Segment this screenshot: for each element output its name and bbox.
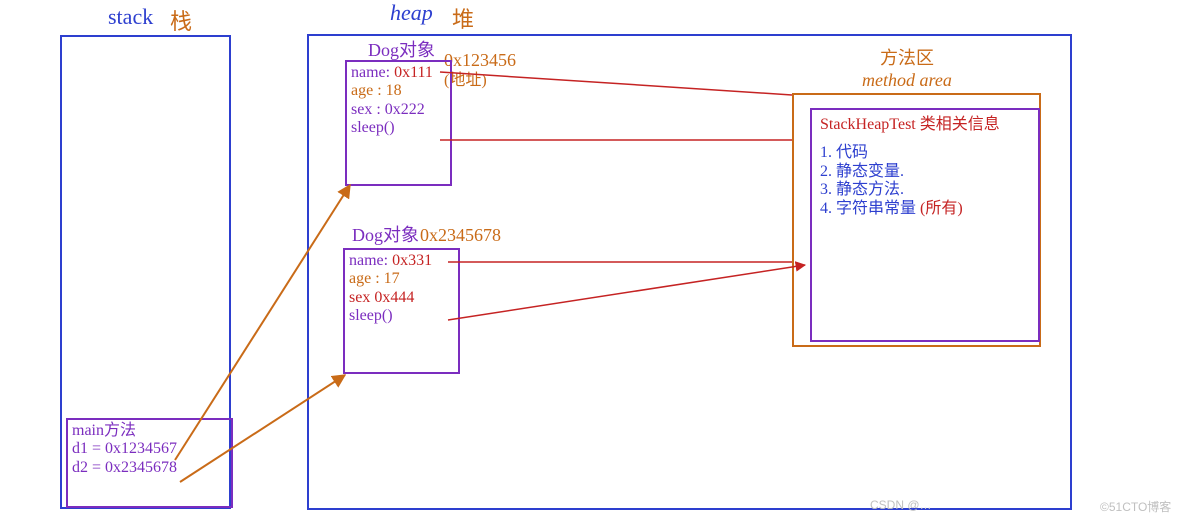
heap-title-en: heap bbox=[390, 0, 433, 26]
main-label: main方法 bbox=[72, 422, 227, 440]
watermark-csdn: CSDN @… bbox=[870, 498, 932, 512]
class-info-2: 2. 静态变量. bbox=[820, 163, 1030, 181]
dog1-sex: sex : 0x222 bbox=[351, 101, 446, 119]
dog2-name-k: name: bbox=[349, 252, 388, 269]
stack-frame-main: main方法 d1 = 0x1234567 d2 = 0x2345678 bbox=[66, 418, 233, 508]
method-area-title-zh: 方法区 bbox=[880, 48, 934, 69]
watermark-cto: ©51CTO博客 bbox=[1100, 498, 1171, 515]
method-area-title-en: method area bbox=[862, 70, 952, 91]
dog2-age: age : 17 bbox=[349, 270, 454, 288]
dog2-box: name: 0x331 age : 17 sex 0x444 sleep() bbox=[343, 248, 460, 374]
stack-title-en: stack bbox=[108, 4, 153, 30]
dog1-addr: 0x123456 bbox=[444, 50, 516, 71]
heap-title-zh: 堆 bbox=[452, 2, 474, 34]
dog1-age: age : 18 bbox=[351, 82, 446, 100]
dog1-name-k: name: bbox=[351, 64, 390, 81]
dog1-box: name: 0x111 age : 18 sex : 0x222 sleep() bbox=[345, 60, 452, 186]
dog2-sleep: sleep() bbox=[349, 307, 454, 325]
dog2-addr: 0x2345678 bbox=[420, 225, 501, 246]
class-info-1: 1. 代码 bbox=[820, 144, 1030, 162]
main-d2: d2 = 0x2345678 bbox=[72, 459, 227, 477]
dog1-title: Dog对象 bbox=[368, 40, 435, 61]
main-d1: d1 = 0x1234567 bbox=[72, 440, 227, 458]
class-info-box: StackHeapTest 类相关信息 1. 代码 2. 静态变量. 3. 静态… bbox=[810, 108, 1040, 342]
dog2-title: Dog对象 bbox=[352, 225, 419, 246]
stack-title-zh: 栈 bbox=[170, 4, 192, 36]
class-info-4: 4. 字符串常量 bbox=[820, 200, 920, 217]
class-info-4-note: (所有) bbox=[920, 200, 963, 217]
dog1-sleep: sleep() bbox=[351, 119, 446, 137]
dog2-sex: sex 0x444 bbox=[349, 289, 454, 307]
dog2-name-v: 0x331 bbox=[392, 252, 432, 269]
class-info-title: StackHeapTest 类相关信息 bbox=[820, 116, 1030, 134]
dog1-name-v: 0x111 bbox=[394, 64, 433, 81]
class-info-3: 3. 静态方法. bbox=[820, 181, 1030, 199]
